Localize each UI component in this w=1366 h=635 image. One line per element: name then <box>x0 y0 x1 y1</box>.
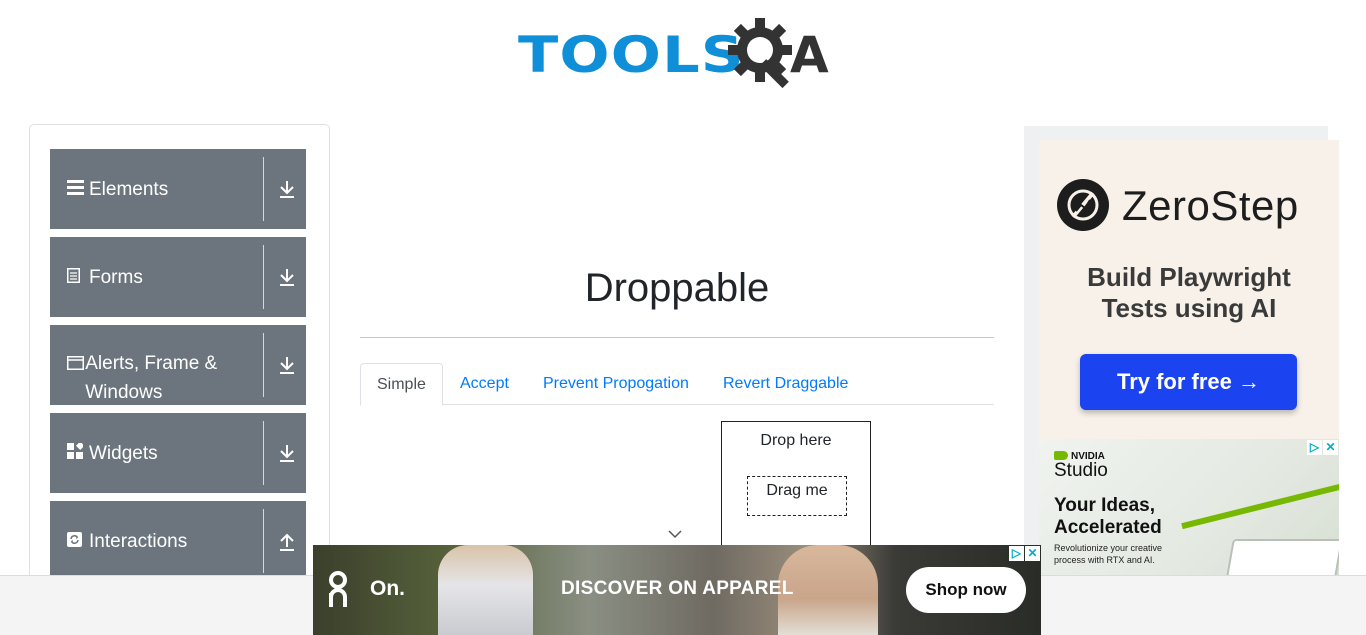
chevron-down-icon[interactable] <box>667 527 683 541</box>
group-header-content: Widgets <box>67 413 263 493</box>
divider <box>263 245 264 309</box>
divider <box>263 421 264 485</box>
try-for-free-button[interactable]: Try for free → <box>1080 354 1297 410</box>
group-label: Widgets <box>89 442 158 464</box>
logo-text: TOOLS <box>518 26 745 84</box>
ad-choices[interactable]: ▷ ✕ <box>1009 546 1040 561</box>
download-arrow-icon[interactable] <box>276 441 298 465</box>
upload-arrow-icon[interactable] <box>276 529 298 553</box>
ad-close-icon[interactable]: ✕ <box>1025 546 1040 561</box>
group-header-content: Forms <box>67 237 263 317</box>
decorative-stripe <box>1181 474 1339 530</box>
ad-info-icon[interactable]: ▷ <box>1307 440 1322 455</box>
draggable-box[interactable]: Drag me <box>747 476 847 516</box>
headline-line-1: Your Ideas, <box>1054 495 1156 516</box>
window-icon <box>67 349 85 374</box>
nvidia-headline: Your Ideas, Accelerated <box>1054 495 1162 539</box>
tab-prevent-propogation[interactable]: Prevent Propogation <box>527 363 705 405</box>
nvidia-ad[interactable]: NVIDIA Studio Your Ideas, Accelerated Re… <box>1039 439 1339 576</box>
zerostep-logo-icon <box>1057 179 1109 231</box>
group-label: Forms <box>89 266 143 288</box>
drop-label: Drop here <box>760 432 832 449</box>
tagline-line-1: Build Playwright <box>1087 262 1291 292</box>
page-title: Droppable <box>584 266 770 310</box>
nvidia-subtext: Revolutionize your creative process with… <box>1054 542 1162 566</box>
sidebar-group-alerts[interactable]: Alerts, Frame & Windows <box>50 325 306 405</box>
apparel-banner-ad[interactable]: On. DISCOVER ON APPAREL Shop now ▷ ✕ <box>313 545 1041 635</box>
tab-simple[interactable]: Simple <box>360 363 443 406</box>
group-label: Interactions <box>89 530 188 552</box>
on-logo-icon <box>329 571 347 607</box>
tab-accept[interactable]: Accept <box>444 363 525 405</box>
model-image <box>438 545 533 635</box>
group-header-content: Interactions <box>67 501 263 581</box>
headline-line-2: Accelerated <box>1054 517 1162 538</box>
ad-choices[interactable]: ▷ ✕ <box>1307 440 1338 455</box>
zerostep-name: ZeroStep <box>1122 182 1299 229</box>
group-header-content: Alerts, Frame & Windows <box>67 325 263 405</box>
apparel-headline: DISCOVER ON APPAREL <box>561 578 794 599</box>
sidebar-group-forms[interactable]: Forms <box>50 237 306 317</box>
on-brand: On. <box>370 577 405 600</box>
divider <box>263 157 264 221</box>
divider <box>263 333 264 397</box>
shop-now-button[interactable]: Shop now <box>906 567 1026 613</box>
ad-close-icon[interactable]: ✕ <box>1323 440 1338 455</box>
sidebar-group-interactions[interactable]: Interactions <box>50 501 306 581</box>
group-header-content: Elements <box>67 149 263 229</box>
document-icon <box>67 267 89 287</box>
laptop-image <box>1225 539 1339 576</box>
tab-revert-draggable[interactable]: Revert Draggable <box>707 363 864 405</box>
sidebar-group-widgets[interactable]: Widgets <box>50 413 306 493</box>
group-label: Alerts, Frame & Windows <box>85 353 218 403</box>
group-label: Elements <box>89 178 169 200</box>
hamburger-icon <box>67 179 89 199</box>
download-arrow-icon[interactable] <box>276 265 298 289</box>
zerostep-ad[interactable]: ZeroStep Build Playwright Tests using AI… <box>1039 140 1339 439</box>
widgets-icon <box>67 441 89 463</box>
download-arrow-icon[interactable] <box>276 177 298 201</box>
subtext-line-2: process with RTX and AI. <box>1054 555 1155 565</box>
download-arrow-icon[interactable] <box>276 353 298 377</box>
nvidia-eye-icon <box>1054 451 1068 460</box>
sidebar-group-elements[interactable]: Elements <box>50 149 306 229</box>
subtext-line-1: Revolutionize your creative <box>1054 543 1163 553</box>
nvidia-product: Studio <box>1054 460 1108 481</box>
divider <box>263 509 264 573</box>
logo-suffix: A <box>790 26 829 84</box>
title-divider <box>360 337 994 338</box>
tagline-line-2: Tests using AI <box>1101 293 1277 323</box>
refresh-icon <box>67 531 89 551</box>
zerostep-tagline: Build Playwright Tests using AI <box>1039 262 1339 324</box>
ad-info-icon[interactable]: ▷ <box>1009 546 1024 561</box>
tab-bar: Simple Accept Prevent Propogation Revert… <box>360 363 994 406</box>
toolsqa-logo[interactable]: TOOLS A <box>518 16 840 92</box>
